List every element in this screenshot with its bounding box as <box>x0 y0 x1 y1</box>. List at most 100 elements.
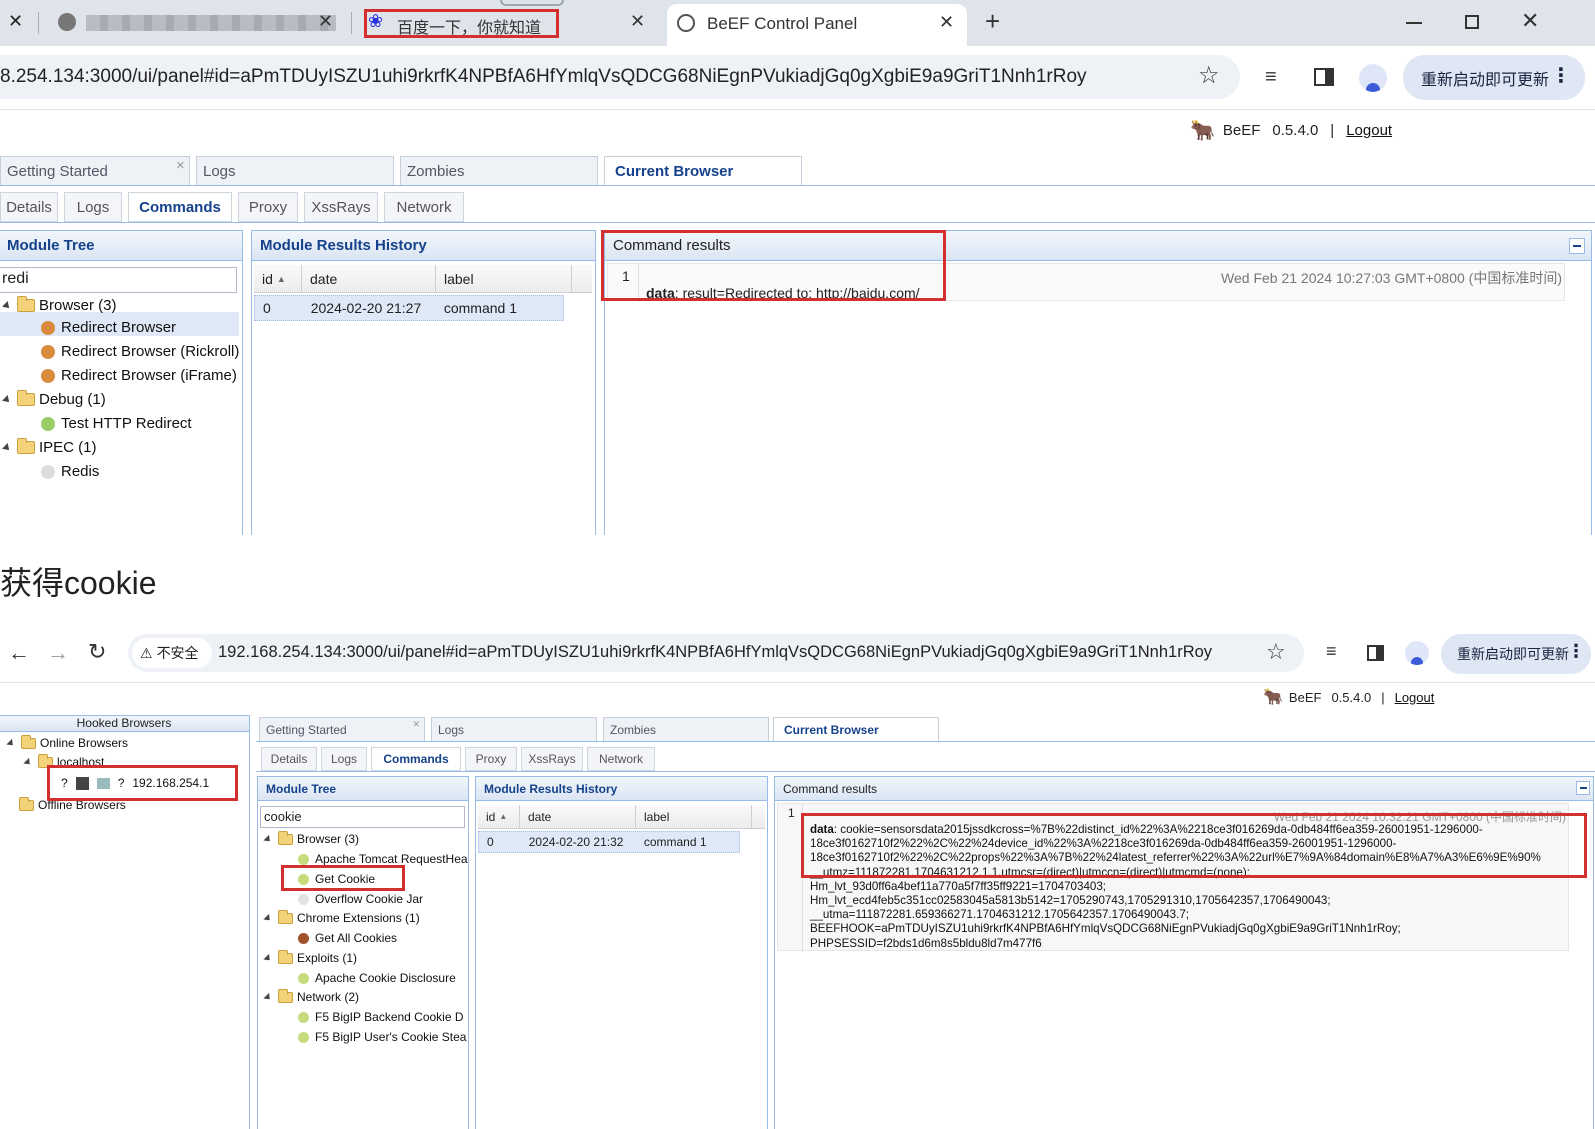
tree-folder-ipec[interactable]: IPEC (1) <box>2 438 97 456</box>
tab-current-browser[interactable]: Current Browser <box>604 156 802 186</box>
close-tab-icon[interactable]: ✕ <box>939 12 954 33</box>
history-header: id ▲ date label <box>254 265 592 293</box>
url-bar[interactable]: 8.254.134:3000/ui/panel#id=aPmTDUyISZU1u… <box>0 55 1240 99</box>
subtab-network[interactable]: Network <box>384 192 464 222</box>
subtab-logs[interactable]: Logs <box>64 192 122 222</box>
tab-logs[interactable]: Logs <box>431 717 597 741</box>
collapse-icon[interactable] <box>1576 781 1590 795</box>
subtab-commands[interactable]: Commands <box>128 192 232 222</box>
subtab-details[interactable]: Details <box>261 747 317 771</box>
history-row[interactable]: 0 2024-02-20 21:32 command 1 <box>478 831 740 853</box>
relaunch-update-button[interactable]: 重新启动即可更新 ⋮ <box>1403 55 1585 100</box>
restore-icon[interactable] <box>1465 15 1479 29</box>
subtab-proxy[interactable]: Proxy <box>238 192 298 222</box>
module-search-input[interactable]: cookie <box>260 806 465 828</box>
col-date[interactable]: date <box>520 805 636 828</box>
tree-module-get-all-cookies[interactable]: Get All Cookies <box>298 931 397 945</box>
tree-folder-debug[interactable]: Debug (1) <box>2 390 106 408</box>
folder-icon <box>278 949 293 964</box>
history-row[interactable]: 0 2024-02-20 21:27 command 1 <box>254 295 564 321</box>
close-tab-icon[interactable]: ✕ <box>318 11 333 32</box>
tree-module-apache-cookie-disclosure[interactable]: Apache Cookie Disclosure <box>298 971 456 985</box>
tree-folder-chrome-extensions[interactable]: Chrome Extensions (1) <box>263 909 420 925</box>
side-panel-icon[interactable] <box>1314 68 1334 86</box>
tab-zombies[interactable]: Zombies <box>400 156 598 186</box>
tree-module-redis[interactable]: Redis <box>41 463 99 480</box>
highlight-box <box>801 813 1587 878</box>
minimize-icon[interactable] <box>1406 22 1422 24</box>
folder-icon <box>19 796 34 811</box>
tree-module-redirect-browser[interactable]: Redirect Browser <box>41 319 176 336</box>
tree-module-test-http-redirect[interactable]: Test HTTP Redirect <box>41 415 192 432</box>
reading-list-icon[interactable]: ≡ <box>1326 641 1337 662</box>
tree-folder-network[interactable]: Network (2) <box>263 988 359 1004</box>
module-search-input[interactable]: redi <box>0 267 237 293</box>
section-heading: 获得cookie <box>0 565 157 601</box>
tab-logs[interactable]: Logs <box>196 156 394 186</box>
subtab-network[interactable]: Network <box>587 747 655 771</box>
tree-module-f5-backend-cookie[interactable]: F5 BigIP Backend Cookie D <box>298 1010 468 1024</box>
reload-icon[interactable]: ↻ <box>88 639 106 665</box>
col-label[interactable]: label <box>636 805 752 828</box>
profile-avatar-icon[interactable] <box>1359 64 1387 92</box>
module-tree-panel: Module Tree redi Browser (3) Redirect Br… <box>0 230 243 535</box>
side-panel-icon[interactable] <box>1367 645 1384 661</box>
profile-avatar-icon[interactable] <box>1405 641 1429 665</box>
tree-folder-browser[interactable]: Browser (3) <box>2 296 117 314</box>
status-orange-icon <box>41 320 55 335</box>
col-label[interactable]: label <box>436 265 572 292</box>
close-window-icon[interactable]: ✕ <box>1521 8 1539 34</box>
back-icon[interactable]: ← <box>8 640 30 666</box>
tab-getting-started[interactable]: Getting Started ✕ <box>0 156 190 186</box>
collapse-icon[interactable] <box>1569 238 1585 254</box>
subtab-logs[interactable]: Logs <box>321 747 367 771</box>
tree-module-apache-tomcat[interactable]: Apache Tomcat RequestHea <box>298 852 468 866</box>
forward-icon[interactable]: → <box>47 640 69 666</box>
status-green-icon <box>298 853 309 865</box>
close-icon[interactable]: ✕ <box>8 11 23 32</box>
globe-icon <box>677 14 695 32</box>
address-bar-row: ← → ↻ ⚠ 不安全 192.168.254.134:3000/ui/panel… <box>0 625 1595 683</box>
module-tree-panel: Module Tree cookie Browser (3) Apache To… <box>257 776 469 1129</box>
col-id[interactable]: id ▲ <box>478 805 520 828</box>
logout-link[interactable]: Logout <box>1346 122 1392 139</box>
more-menu-icon: ⋮ <box>1551 65 1571 87</box>
hooked-browsers-title: Hooked Browsers <box>0 716 249 732</box>
subtab-details[interactable]: Details <box>0 192 58 222</box>
url-bar[interactable]: ⚠ 不安全 192.168.254.134:3000/ui/panel#id=aP… <box>128 634 1304 672</box>
bookmark-star-icon[interactable]: ☆ <box>1266 639 1286 665</box>
highlight-box <box>281 865 405 891</box>
blurred-tab-title <box>86 15 336 31</box>
subtab-proxy[interactable]: Proxy <box>465 747 517 771</box>
tab-zombies[interactable]: Zombies <box>603 717 769 741</box>
url-text: 8.254.134:3000/ui/panel#id=aPmTDUyISZU1u… <box>0 66 1087 87</box>
tree-online-browsers[interactable]: Online Browsers <box>6 734 128 750</box>
new-tab-button[interactable]: + <box>985 6 1000 37</box>
tree-module-f5-user-cookie[interactable]: F5 BigIP User's Cookie Stea <box>298 1030 468 1044</box>
tab-blurred[interactable]: ✕ <box>48 0 348 46</box>
close-tab-icon[interactable]: ✕ <box>630 11 645 32</box>
reading-list-icon[interactable]: ≡ <box>1265 66 1277 89</box>
bookmark-star-icon[interactable]: ☆ <box>1198 61 1220 90</box>
subtab-xssrays[interactable]: XssRays <box>304 192 378 222</box>
tab-getting-started[interactable]: Getting Started ✕ <box>259 717 425 741</box>
tree-folder-exploits[interactable]: Exploits (1) <box>263 949 357 965</box>
module-results-history-panel: Module Results History id ▲ date label 0 … <box>251 230 596 535</box>
tab-current-browser[interactable]: Current Browser <box>773 717 939 741</box>
col-id[interactable]: id ▲ <box>254 265 302 292</box>
module-tree-title: Module Tree <box>7 237 95 254</box>
url-text: 192.168.254.134:3000/ui/panel#id=aPmTDUy… <box>218 643 1213 661</box>
subtab-xssrays[interactable]: XssRays <box>521 747 583 771</box>
folder-icon <box>17 296 35 312</box>
folder-icon <box>278 988 293 1003</box>
subtab-commands[interactable]: Commands <box>371 747 461 771</box>
col-date[interactable]: date <box>302 265 436 292</box>
tree-module-redirect-rickroll[interactable]: Redirect Browser (Rickroll) <box>41 343 239 360</box>
insecure-chip[interactable]: ⚠ 不安全 <box>132 638 212 668</box>
tree-module-redirect-iframe[interactable]: Redirect Browser (iFrame) <box>41 367 237 384</box>
tree-module-overflow-cookie-jar[interactable]: Overflow Cookie Jar <box>298 892 423 906</box>
logout-link[interactable]: Logout <box>1395 690 1435 705</box>
tree-folder-browser[interactable]: Browser (3) <box>263 830 359 846</box>
tab-beef-control-panel[interactable]: BeEF Control Panel ✕ <box>667 4 967 46</box>
relaunch-update-button[interactable]: 重新启动即可更新 ⋮ <box>1441 634 1591 674</box>
